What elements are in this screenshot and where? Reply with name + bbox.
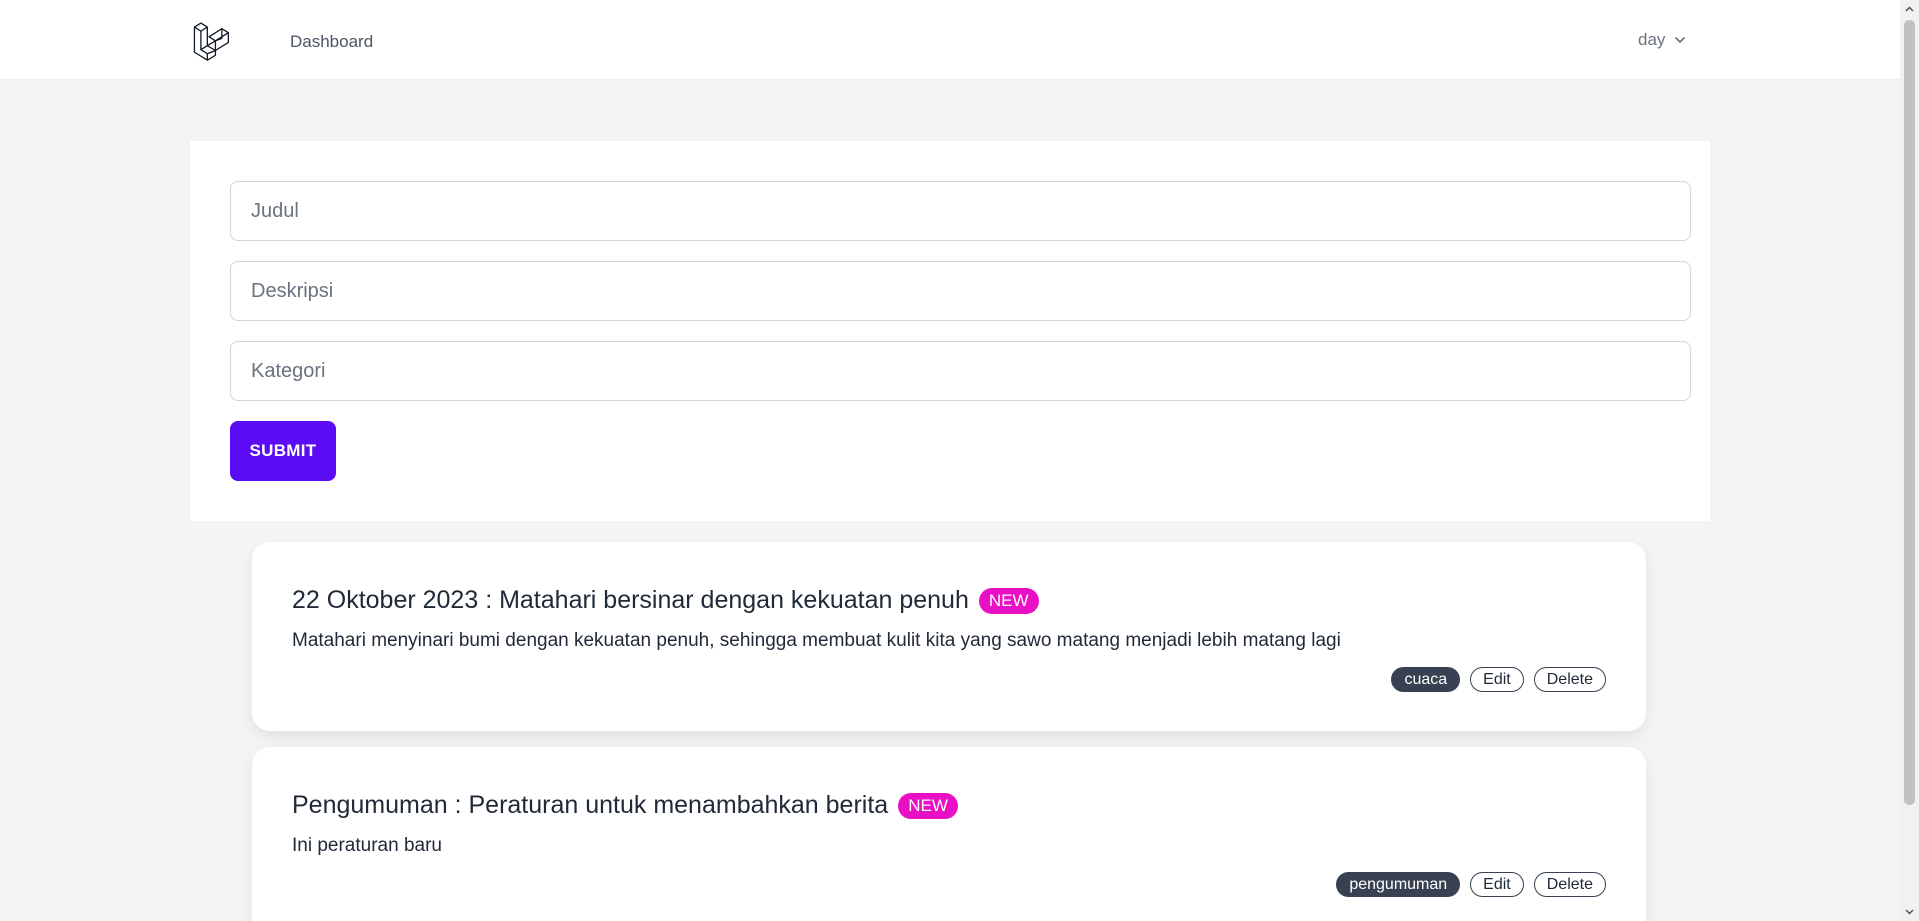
news-actions: pengumuman Edit Delete xyxy=(1336,872,1606,897)
top-navigation: Dashboard day xyxy=(0,0,1900,80)
scrollbar-thumb[interactable] xyxy=(1904,20,1915,805)
scroll-up-arrow-icon[interactable] xyxy=(1904,4,1915,15)
title-input[interactable] xyxy=(230,181,1691,241)
new-badge: NEW xyxy=(898,792,958,819)
news-description: Ini peraturan baru xyxy=(292,835,442,856)
delete-button[interactable]: Delete xyxy=(1533,872,1606,897)
news-title-row: 22 Oktober 2023 : Matahari bersinar deng… xyxy=(292,586,1039,615)
category-chip: cuaca xyxy=(1391,667,1461,692)
page: Dashboard day SUBMIT 22 Oktober 2023 : M… xyxy=(0,0,1919,921)
edit-button[interactable]: Edit xyxy=(1470,667,1524,692)
scroll-down-arrow-icon[interactable] xyxy=(1904,906,1915,917)
category-chip: pengumuman xyxy=(1336,872,1461,897)
submit-button[interactable]: SUBMIT xyxy=(230,421,336,481)
description-input[interactable] xyxy=(230,261,1691,321)
news-title: Pengumuman : Peraturan untuk menambahkan… xyxy=(292,791,889,819)
user-name: day xyxy=(1638,30,1666,49)
category-input[interactable] xyxy=(230,341,1691,401)
edit-button[interactable]: Edit xyxy=(1470,872,1524,897)
news-card: Pengumuman : Peraturan untuk menambahkan… xyxy=(252,747,1646,921)
nav-link-dashboard[interactable]: Dashboard xyxy=(290,32,373,52)
news-title: 22 Oktober 2023 : Matahari bersinar deng… xyxy=(292,586,969,614)
news-actions: cuaca Edit Delete xyxy=(1391,667,1606,692)
laravel-logo-icon[interactable] xyxy=(192,19,234,61)
news-title-row: Pengumuman : Peraturan untuk menambahkan… xyxy=(292,791,958,820)
vertical-scrollbar[interactable] xyxy=(1900,0,1919,921)
news-form-card: SUBMIT xyxy=(190,141,1710,521)
chevron-down-icon xyxy=(1675,37,1686,43)
news-card: 22 Oktober 2023 : Matahari bersinar deng… xyxy=(252,542,1646,731)
user-menu[interactable]: day xyxy=(1638,30,1687,50)
new-badge: NEW xyxy=(978,587,1039,614)
news-description: Matahari menyinari bumi dengan kekuatan … xyxy=(292,630,1341,651)
delete-button[interactable]: Delete xyxy=(1533,667,1606,692)
